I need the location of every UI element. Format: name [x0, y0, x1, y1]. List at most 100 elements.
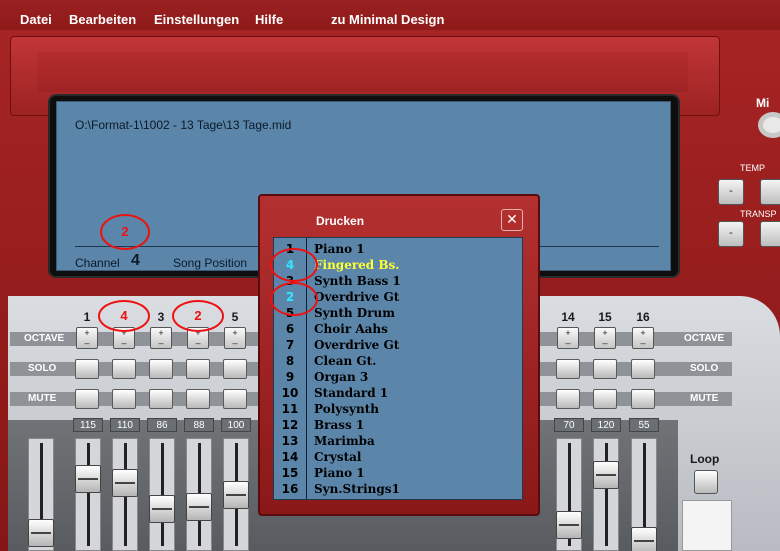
mute-button-ch16[interactable]	[631, 389, 655, 409]
list-item[interactable]: 6 Choir Aahs	[274, 322, 522, 338]
list-item-name: Brass 1	[314, 418, 365, 432]
list-item[interactable]: 11 Polysynth	[274, 402, 522, 418]
octave-label-right: OCTAVE	[684, 333, 725, 344]
annotation-circle-list-item-4: 2	[270, 282, 318, 316]
transpose-minus-button[interactable]: -	[718, 221, 744, 247]
octave-minus-icon: –	[602, 338, 608, 348]
octave-minus-icon: –	[121, 338, 127, 348]
list-item-number: 13	[281, 434, 299, 448]
octave-stepper-ch14[interactable]: + –	[557, 327, 579, 349]
list-item-name: Overdrive Gt	[314, 290, 400, 304]
solo-button-ch1[interactable]	[75, 359, 99, 379]
master-fader	[28, 438, 54, 551]
solo-label-right: SOLO	[690, 363, 719, 374]
loop-button[interactable]	[694, 470, 718, 494]
octave-minus-icon: –	[565, 338, 571, 348]
list-item[interactable]: 9 Organ 3	[274, 370, 522, 386]
channel-number-5: 5	[231, 310, 239, 324]
volume-readout-ch16: 55	[629, 418, 659, 432]
solo-button-ch16[interactable]	[631, 359, 655, 379]
annotation-circle-channel-4: 2	[172, 300, 224, 332]
octave-stepper-ch1[interactable]: + –	[76, 327, 98, 349]
transpose-plus-button[interactable]	[760, 221, 780, 247]
annotation-circle-channel-2: 4	[98, 300, 150, 332]
solo-button-ch5[interactable]	[223, 359, 247, 379]
solo-button-ch2[interactable]	[112, 359, 136, 379]
channel-number-3: 3	[157, 310, 165, 324]
menu-minimal-design[interactable]: zu Minimal Design	[331, 12, 444, 27]
list-item-name: Synth Bass 1	[314, 274, 401, 288]
fader-handle-ch2[interactable]	[112, 469, 138, 497]
octave-stepper-ch5[interactable]: + –	[224, 327, 246, 349]
fader-ch2	[112, 438, 138, 551]
annotation-circle-display-channel: 2	[100, 214, 150, 250]
mute-button-ch4[interactable]	[186, 389, 210, 409]
list-item[interactable]: 12 Brass 1	[274, 418, 522, 434]
drucken-dialog: Drucken ✕ 1 Piano 1 4 Fingered Bs. 3 Synth …	[258, 194, 540, 516]
mute-button-ch3[interactable]	[149, 389, 173, 409]
tempo-plus-button[interactable]	[760, 179, 780, 205]
fader-ch15	[593, 438, 619, 551]
menu-bearbeiten[interactable]: Bearbeiten	[69, 12, 136, 27]
fader-ch4	[186, 438, 212, 551]
list-item[interactable]: 10 Standard 1	[274, 386, 522, 402]
tempo-minus-button[interactable]: -	[718, 179, 744, 205]
list-item[interactable]: 7 Overdrive Gt	[274, 338, 522, 354]
list-item[interactable]: 15 Piano 1	[274, 466, 522, 482]
list-item-name: Standard 1	[314, 386, 389, 400]
fader-handle-ch3[interactable]	[149, 495, 175, 523]
solo-button-ch4[interactable]	[186, 359, 210, 379]
tempo-label: TEMP	[740, 163, 766, 173]
list-item-number: 15	[281, 466, 299, 480]
mute-button-ch14[interactable]	[556, 389, 580, 409]
mute-label-left: MUTE	[28, 393, 57, 404]
volume-readout-ch2: 110	[110, 418, 140, 432]
channel-label: Channel	[75, 256, 120, 270]
song-position-label: Song Position	[173, 256, 248, 270]
mute-label-right: MUTE	[690, 393, 719, 404]
device-top-bevel-inner	[38, 52, 688, 92]
list-item[interactable]: 13 Marimba	[274, 434, 522, 450]
close-icon[interactable]: ✕	[501, 209, 523, 231]
fader-handle-ch4[interactable]	[186, 493, 212, 521]
list-item-number: 16	[281, 482, 299, 496]
solo-button-ch15[interactable]	[593, 359, 617, 379]
fader-ch3	[149, 438, 175, 551]
menu-datei[interactable]: Datei	[20, 12, 52, 27]
fader-handle-ch16[interactable]	[631, 527, 657, 551]
mute-button-ch15[interactable]	[593, 389, 617, 409]
fader-handle-ch1[interactable]	[75, 465, 101, 493]
loop-label: Loop	[690, 452, 720, 466]
mute-button-ch5[interactable]	[223, 389, 247, 409]
fader-ch5	[223, 438, 249, 551]
fader-ch16	[631, 438, 657, 551]
menu-einstellungen[interactable]: Einstellungen	[154, 12, 239, 27]
list-item-number: 8	[285, 354, 295, 368]
channel-number-16: 16	[636, 310, 650, 324]
octave-minus-icon: –	[640, 338, 646, 348]
master-fader-handle[interactable]	[28, 519, 54, 547]
volume-readout-ch14: 70	[554, 418, 584, 432]
fader-handle-ch5[interactable]	[223, 481, 249, 509]
list-item-name: Marimba	[314, 434, 375, 448]
list-item[interactable]: 14 Crystal	[274, 450, 522, 466]
volume-readout-ch5: 100	[221, 418, 251, 432]
octave-stepper-ch3[interactable]: + –	[150, 327, 172, 349]
octave-stepper-ch15[interactable]: + –	[594, 327, 616, 349]
solo-button-ch14[interactable]	[556, 359, 580, 379]
list-item[interactable]: 8 Clean Gt.	[274, 354, 522, 370]
octave-stepper-ch16[interactable]: + –	[632, 327, 654, 349]
list-item[interactable]: 16 Syn.Strings1	[274, 482, 522, 498]
menu-hilfe[interactable]: Hilfe	[255, 12, 283, 27]
list-item-number: 6	[285, 322, 295, 336]
fader-handle-ch14[interactable]	[556, 511, 582, 539]
mute-button-ch1[interactable]	[75, 389, 99, 409]
mute-button-ch2[interactable]	[112, 389, 136, 409]
channel-value: 4	[131, 252, 140, 269]
fader-handle-ch15[interactable]	[593, 461, 619, 489]
octave-plus-icon: +	[640, 328, 646, 338]
logo-text: Mi	[756, 96, 770, 110]
channel-number-14: 14	[561, 310, 575, 324]
list-item-number: 14	[281, 450, 299, 464]
solo-button-ch3[interactable]	[149, 359, 173, 379]
